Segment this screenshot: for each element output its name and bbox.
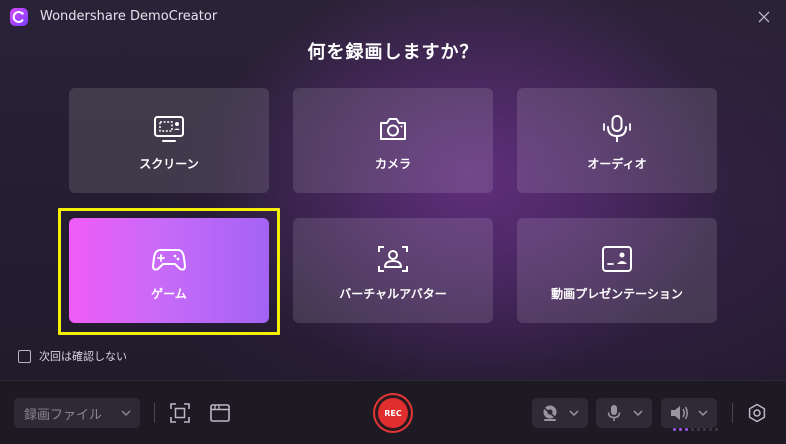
selection-highlight [58,208,280,335]
record-button[interactable]: REC [373,393,413,433]
democreator-logo-icon [10,8,28,26]
camera-icon [376,112,410,146]
toolbar-divider [154,403,155,423]
settings-button[interactable] [745,401,769,425]
toolbar-divider [732,403,733,423]
close-button[interactable] [752,6,776,28]
window-select-button[interactable] [208,401,232,425]
app-window: Wondershare DemoCreator 何を録画しますか？ スクリーン [0,0,786,444]
microphone-icon [600,112,634,146]
window-icon [210,404,230,422]
chevron-down-icon [569,410,579,417]
screen-record-icon [152,112,186,146]
presentation-icon [600,242,634,276]
tile-screen[interactable]: スクリーン [69,88,269,193]
tile-virtual-avatar[interactable]: バーチャルアバター [293,218,493,323]
tile-label: 動画プレゼンテーション [551,287,683,301]
region-select-icon [170,403,190,423]
app-title: Wondershare DemoCreator [40,9,218,24]
chevron-down-icon [633,410,643,417]
tile-video-presentation[interactable]: 動画プレゼンテーション [517,218,717,323]
record-mode-select[interactable]: 録画ファイル [14,398,140,428]
region-select-button[interactable] [168,401,192,425]
tile-camera[interactable]: カメラ [293,88,493,193]
tile-label: バーチャルアバター [339,287,447,301]
rec-label: REC [378,398,408,428]
dont-show-again-row[interactable]: 次回は確認しない [18,348,127,364]
close-icon [758,11,770,23]
avatar-frame-icon [376,242,410,276]
bottom-toolbar: 録画ファイル REC [0,380,786,444]
settings-icon [748,403,766,423]
webcam-device-button[interactable] [532,398,588,428]
page-title: 何を録画しますか？ [307,42,479,63]
tile-label: オーディオ [587,157,647,171]
microphone-icon [607,405,621,421]
tile-label: スクリーン [139,157,199,171]
title-bar: Wondershare DemoCreator [0,0,786,34]
microphone-device-button[interactable] [596,398,652,428]
tile-audio[interactable]: オーディオ [517,88,717,193]
tile-label: カメラ [374,157,411,171]
chevron-down-icon [121,410,131,417]
chevron-down-icon [698,410,708,417]
dont-show-again-label: 次回は確認しない [39,350,127,363]
record-mode-value: 録画ファイル [24,407,103,423]
volume-level-indicator [673,428,718,431]
speaker-device-button[interactable] [661,398,717,428]
speaker-icon [671,406,688,420]
webcam-icon [542,405,558,421]
dont-show-again-checkbox[interactable] [18,349,31,363]
